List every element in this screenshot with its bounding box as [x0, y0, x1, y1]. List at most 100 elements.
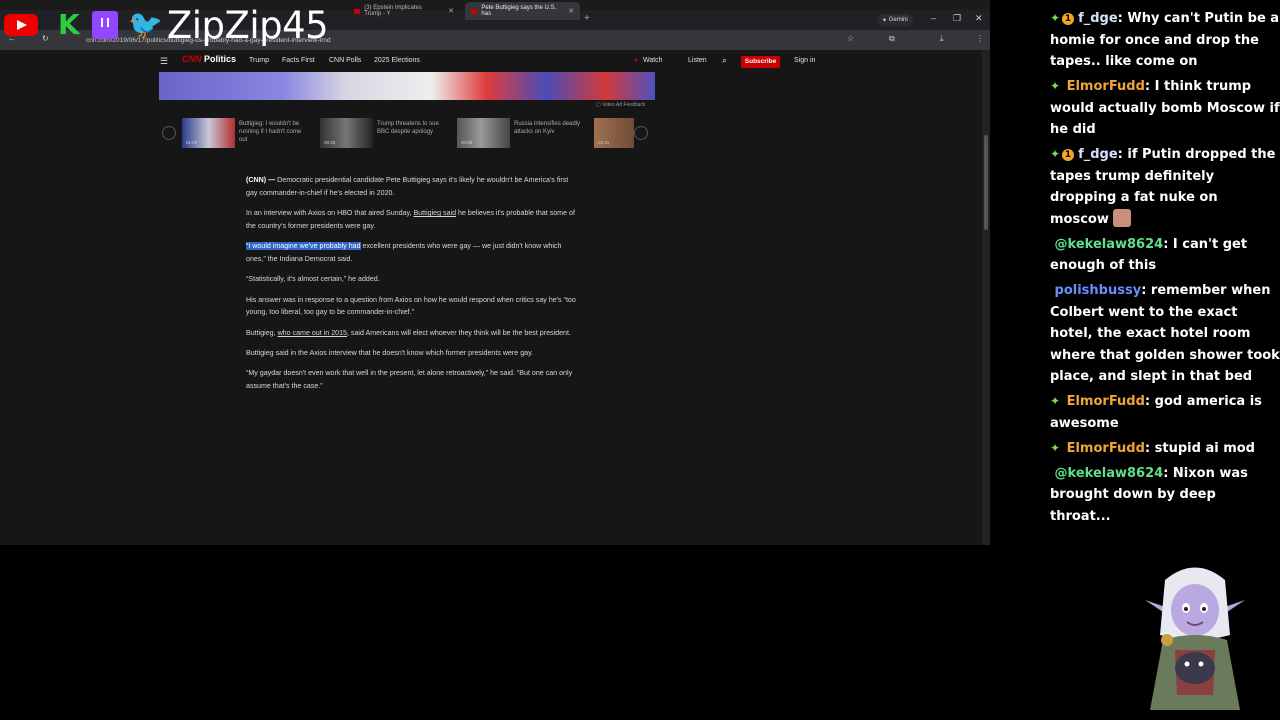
gemini-label: Gemini [888, 17, 908, 23]
chat-message: polishbussy: remember when Colbert went … [1050, 280, 1280, 388]
nav-cnn-polls[interactable]: CNN Polls [329, 57, 361, 64]
article-paragraph: “My gaydar doesn't even work that well i… [246, 369, 573, 391]
paragraph-text: Buttigieg, [246, 328, 278, 337]
video-duration: 00:58 [461, 140, 473, 145]
cnn-favicon-icon [471, 8, 478, 14]
chat-username[interactable]: ElmorFudd [1067, 394, 1145, 409]
feedback-label: Video Ad Feedback [602, 102, 646, 108]
stream-overlay-logos: K 🐦 ZipZip45 [4, 3, 329, 47]
live-dot-icon: ● [634, 57, 639, 64]
tab-label: Pete Buttigieg says the U.S. has [481, 5, 557, 17]
video-player[interactable] [159, 72, 655, 100]
video-caption: Buttigieg: I wouldn't be running if I ha… [239, 121, 302, 143]
gem-badge-icon: ✦ [1050, 394, 1061, 408]
chat-username[interactable]: f_dge [1078, 11, 1118, 26]
badge-one-icon: 1 [1062, 13, 1075, 25]
article-paragraph: In an interview with Axios on HBO that a… [246, 207, 576, 233]
article-link[interactable]: who came out in 2015 [278, 329, 347, 337]
hamburger-menu-icon[interactable]: ☰ [160, 56, 168, 67]
tab-label: (3) Epstein Implicates Trump - Y [364, 5, 422, 17]
chat-text: : stupid ai mod [1144, 440, 1255, 456]
browser-window: (3) Epstein Implicates Trump - Y ✕ Pete … [0, 0, 990, 545]
restore-icon[interactable]: ❐ [953, 13, 961, 24]
video-ad-feedback[interactable]: ▢ Video Ad Feedback [596, 102, 645, 108]
search-icon[interactable]: ⌕ [722, 55, 727, 66]
video-thumbnail[interactable]: 01:00 Buttigieg: I wouldn't be running i… [182, 118, 312, 148]
gem-badge-icon: ✦ [1050, 147, 1061, 161]
section-name: Politics [204, 54, 237, 64]
dateline: (CNN) — [246, 176, 276, 184]
badge-one-icon: 1 [1062, 149, 1075, 161]
twitter-icon: 🐦 [128, 9, 163, 40]
sign-in-link[interactable]: Sign in [794, 57, 815, 64]
gemini-button[interactable]: ✦ Gemini [877, 14, 913, 26]
carousel-next-button[interactable] [634, 126, 648, 140]
nav-facts-first[interactable]: Facts First [282, 57, 315, 64]
article-paragraph: “I would imagine we've probably had exce… [246, 240, 576, 266]
chat-message: ✦ ElmorFudd: I think trump would actuall… [1050, 76, 1280, 141]
article-body: (CNN) — Democratic presidential candidat… [246, 174, 576, 400]
paragraph-text: , said Americans will elect whoever they… [346, 328, 571, 337]
close-window-icon[interactable]: ✕ [975, 13, 983, 24]
chat-message: ✦ 1 f_dge: Why can't Putin be a homie for … [1050, 8, 1280, 73]
chat-panel: ✦ 1 f_dge: Why can't Putin be a homie for … [1050, 8, 1280, 531]
selected-text[interactable]: “I would imagine we've probably had [246, 242, 361, 251]
chat-message: ✦ ElmorFudd: god america is awesome [1050, 391, 1280, 434]
video-thumbnail[interactable]: 02:21 [594, 118, 634, 148]
video-duration: 00:29 [324, 140, 336, 145]
video-caption: Trump threatens to sue BBC despite apolo… [377, 121, 439, 135]
nav-trump[interactable]: Trump [249, 57, 269, 64]
cnn-politics-logo[interactable]: CNN Politics [182, 54, 236, 64]
kick-icon: K [58, 8, 80, 41]
video-caption: Russia intensifies deadly attacks on Kyi… [514, 121, 581, 135]
gem-badge-icon: ✦ [1050, 79, 1061, 93]
chat-username[interactable]: @kekelaw8624 [1055, 466, 1164, 481]
chat-username[interactable]: ElmorFudd [1067, 441, 1145, 456]
article-paragraph: “Statistically, it's almost certain,” he… [246, 275, 380, 284]
chat-message: ✦ ElmorFudd: stupid ai mod [1050, 438, 1280, 460]
subscribe-button[interactable]: Subscribe [741, 56, 780, 68]
chat-username[interactable]: f_dge [1078, 147, 1118, 162]
elf-mascot-avatar [1145, 567, 1245, 710]
carousel-prev-button[interactable] [162, 126, 176, 140]
new-tab-icon[interactable]: + [584, 13, 590, 24]
paragraph-text: Democratic presidential candidate Pete B… [246, 176, 569, 197]
extensions-icon[interactable]: ⧉ [889, 34, 895, 44]
chat-username[interactable]: ElmorFudd [1067, 79, 1145, 94]
streamer-name: ZipZip45 [166, 3, 329, 47]
download-icon[interactable]: ⤓ [940, 34, 944, 44]
chat-message: ✦ 1 f_dge: if Putin dropped the tapes trum… [1050, 144, 1280, 230]
minimize-icon[interactable]: – [931, 13, 936, 23]
youtube-favicon-icon [354, 8, 361, 14]
article-paragraph: (CNN) — Democratic presidential candidat… [246, 174, 576, 200]
bookmark-star-icon[interactable]: ☆ [847, 34, 854, 43]
close-icon[interactable]: ✕ [448, 7, 454, 15]
gem-badge-icon: ✦ [1050, 440, 1061, 455]
article-link[interactable]: Buttigieg said [413, 209, 456, 217]
tab-epstein[interactable]: (3) Epstein Implicates Trump - Y ✕ [348, 2, 460, 20]
chat-message: @kekelaw8624: I can't get enough of this [1050, 234, 1280, 277]
chat-username[interactable]: polishbussy [1055, 283, 1142, 298]
paragraph-text: In an interview with Axios on HBO that a… [246, 209, 414, 218]
youtube-icon [4, 14, 38, 36]
article-paragraph: Buttigieg said in the Axios interview th… [246, 348, 534, 357]
watch-link[interactable]: Watch [643, 57, 663, 64]
video-duration: 01:00 [186, 140, 198, 145]
chat-username[interactable]: @kekelaw8624 [1055, 237, 1164, 252]
listen-link[interactable]: Listen [688, 57, 707, 64]
video-thumbnail[interactable]: 00:29 Trump threatens to sue BBC despite… [320, 118, 450, 148]
cnn-logo-text: CNN [182, 54, 202, 64]
tab-buttigieg[interactable]: Pete Buttigieg says the U.S. has ✕ [465, 2, 580, 20]
menu-dots-icon[interactable]: ⋮ [976, 34, 984, 43]
twitch-icon [92, 11, 118, 39]
video-thumbnail[interactable]: 00:58 Russia intensifies deadly attacks … [457, 118, 587, 148]
nav-2025-elections[interactable]: 2025 Elections [374, 57, 420, 64]
emote-icon [1113, 208, 1132, 227]
close-icon[interactable]: ✕ [568, 7, 574, 15]
gem-badge-icon: ✦ [1050, 11, 1061, 25]
scrollbar[interactable] [982, 50, 990, 545]
video-duration: 02:21 [598, 140, 610, 145]
scrollbar-thumb[interactable] [984, 135, 988, 230]
article-paragraph: Buttigieg, who came out in 2015, said Am… [246, 327, 576, 340]
chat-text: : remember when Colbert went to the exac… [1050, 283, 1280, 384]
